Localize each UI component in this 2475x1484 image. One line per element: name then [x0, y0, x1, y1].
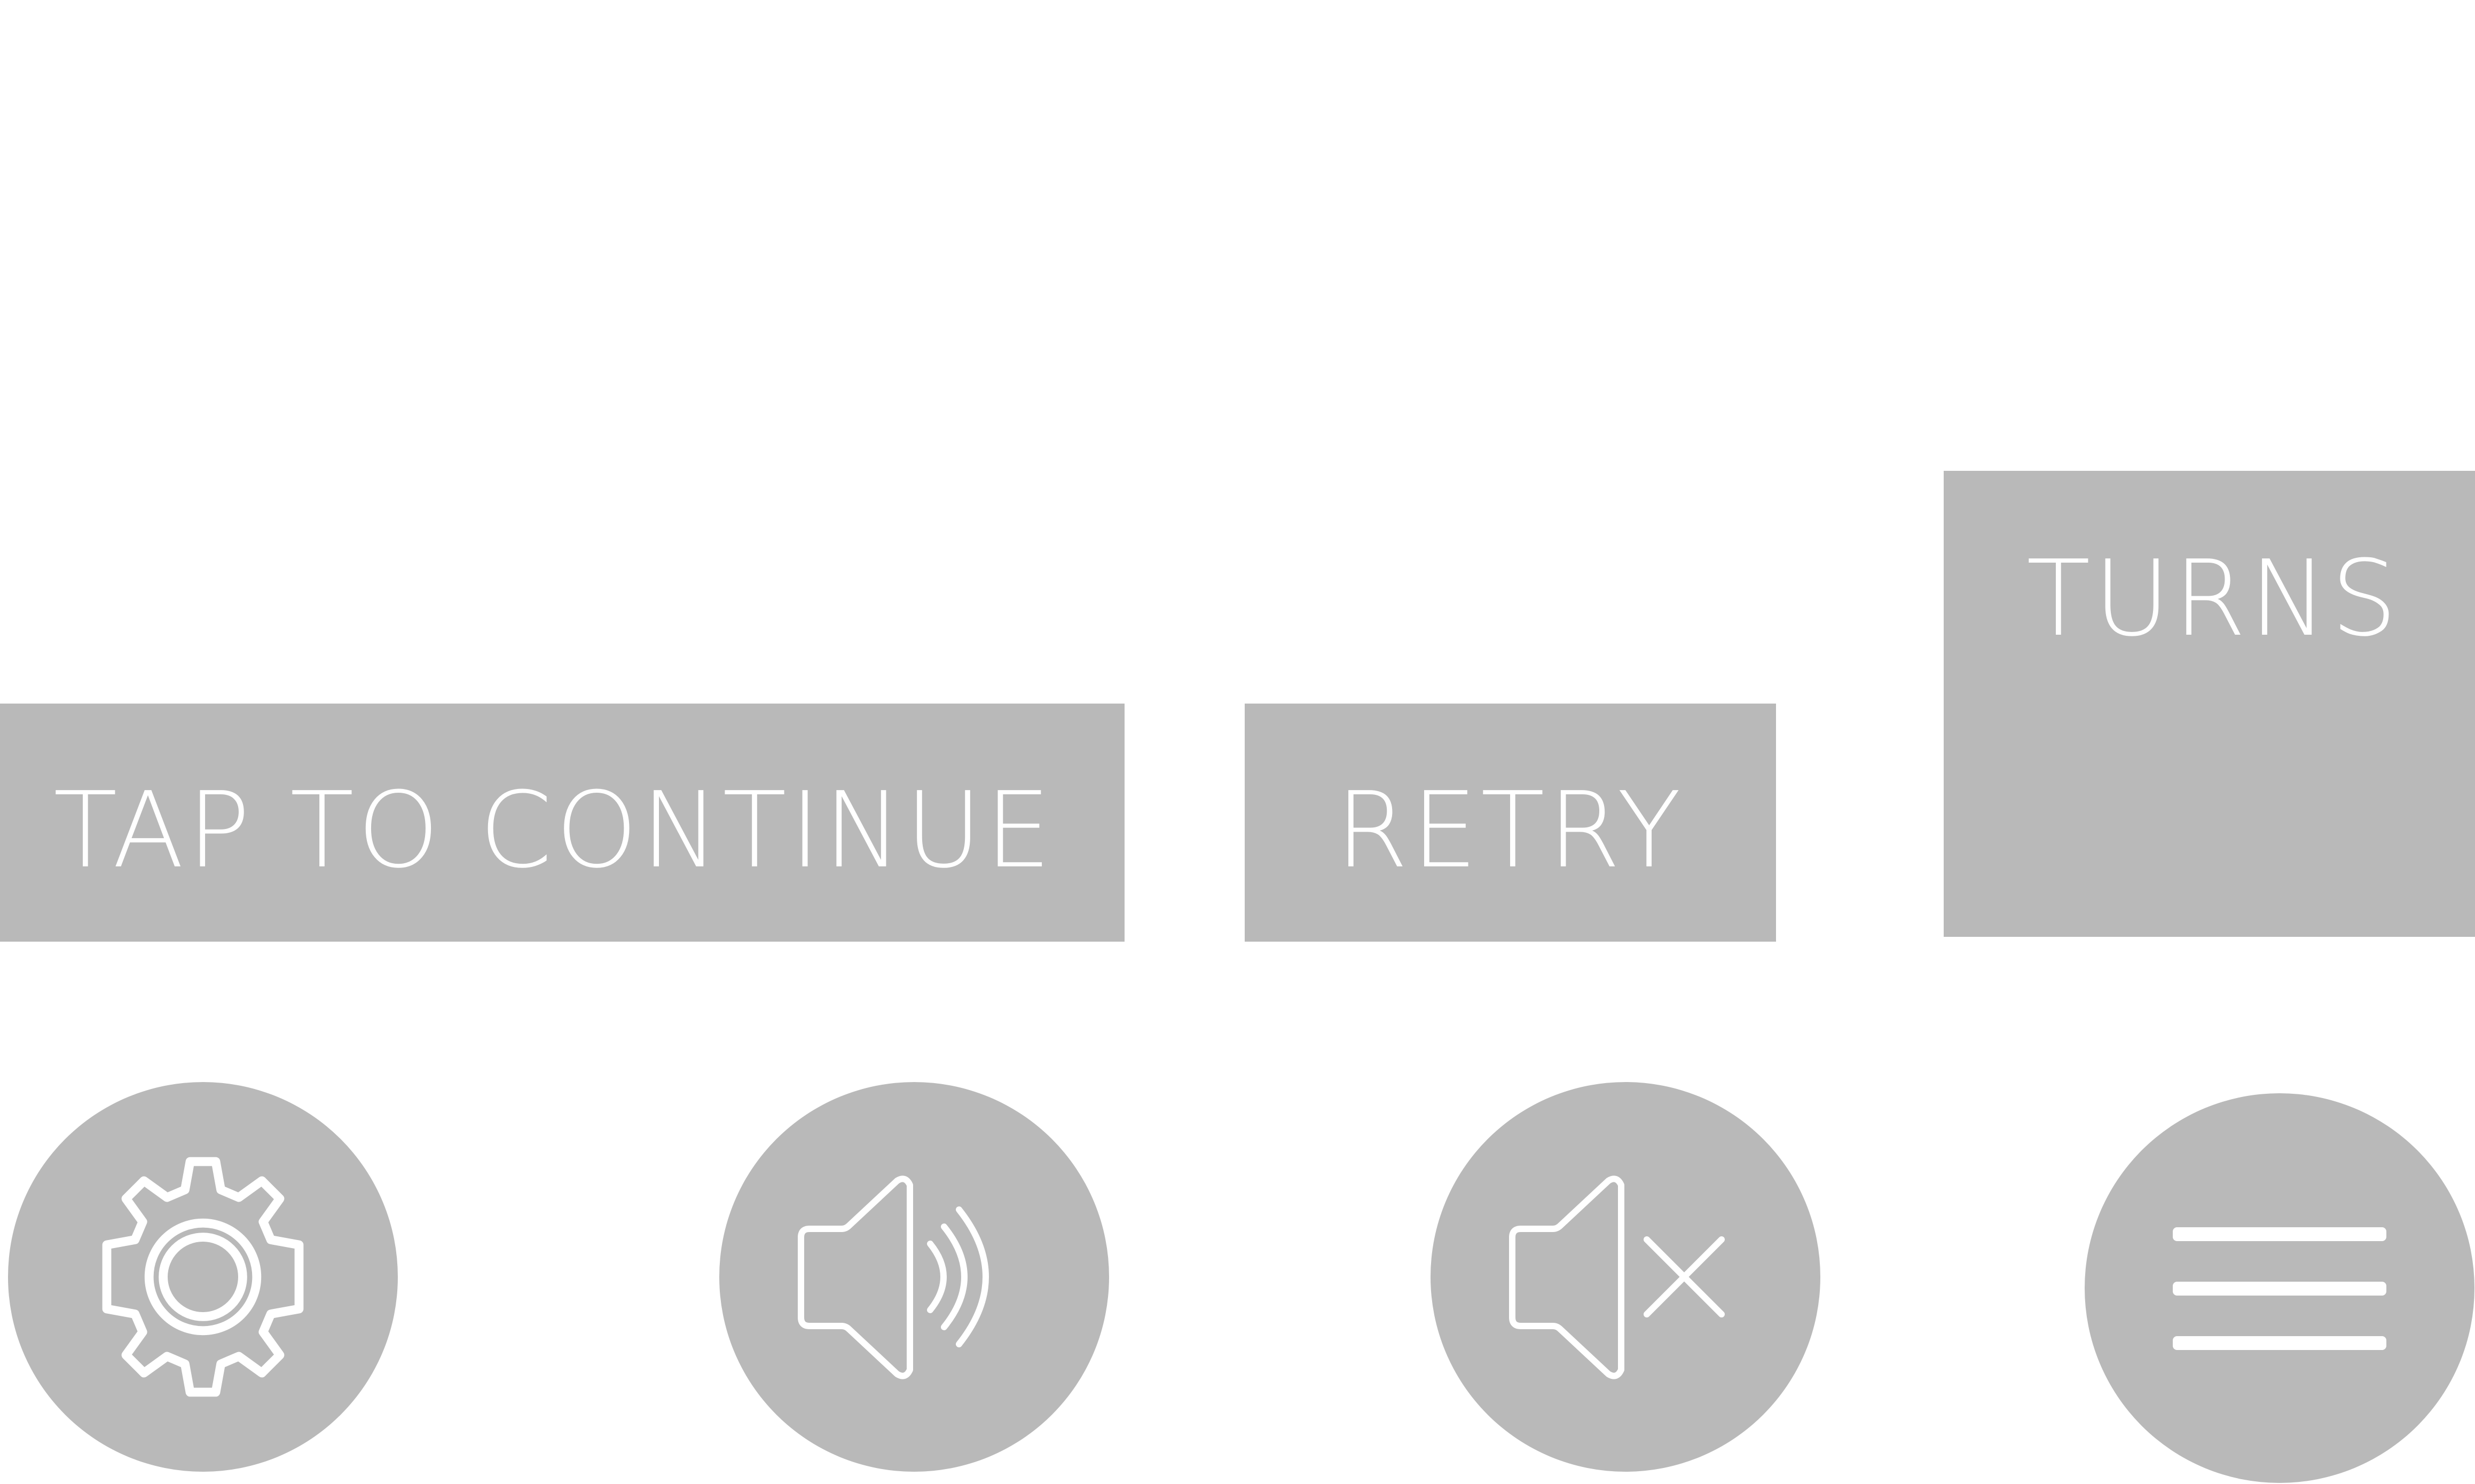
gear-icon [75, 1149, 331, 1405]
sound-on-button[interactable] [719, 1082, 1109, 1472]
speaker-sound-on-icon [786, 1165, 1042, 1389]
sound-off-button[interactable] [1431, 1082, 1820, 1472]
menu-button[interactable] [2085, 1093, 2474, 1483]
tap-to-continue-label: TAP TO CONTINUE [53, 770, 1055, 891]
settings-button[interactable] [8, 1082, 398, 1472]
hamburger-menu-icon [2173, 1219, 2386, 1357]
turns-panel: TURNS [1944, 471, 2475, 937]
retry-label: RETRY [1335, 770, 1685, 891]
speaker-muted-icon [1497, 1165, 1754, 1389]
turns-label: TURNS [2026, 538, 2401, 660]
